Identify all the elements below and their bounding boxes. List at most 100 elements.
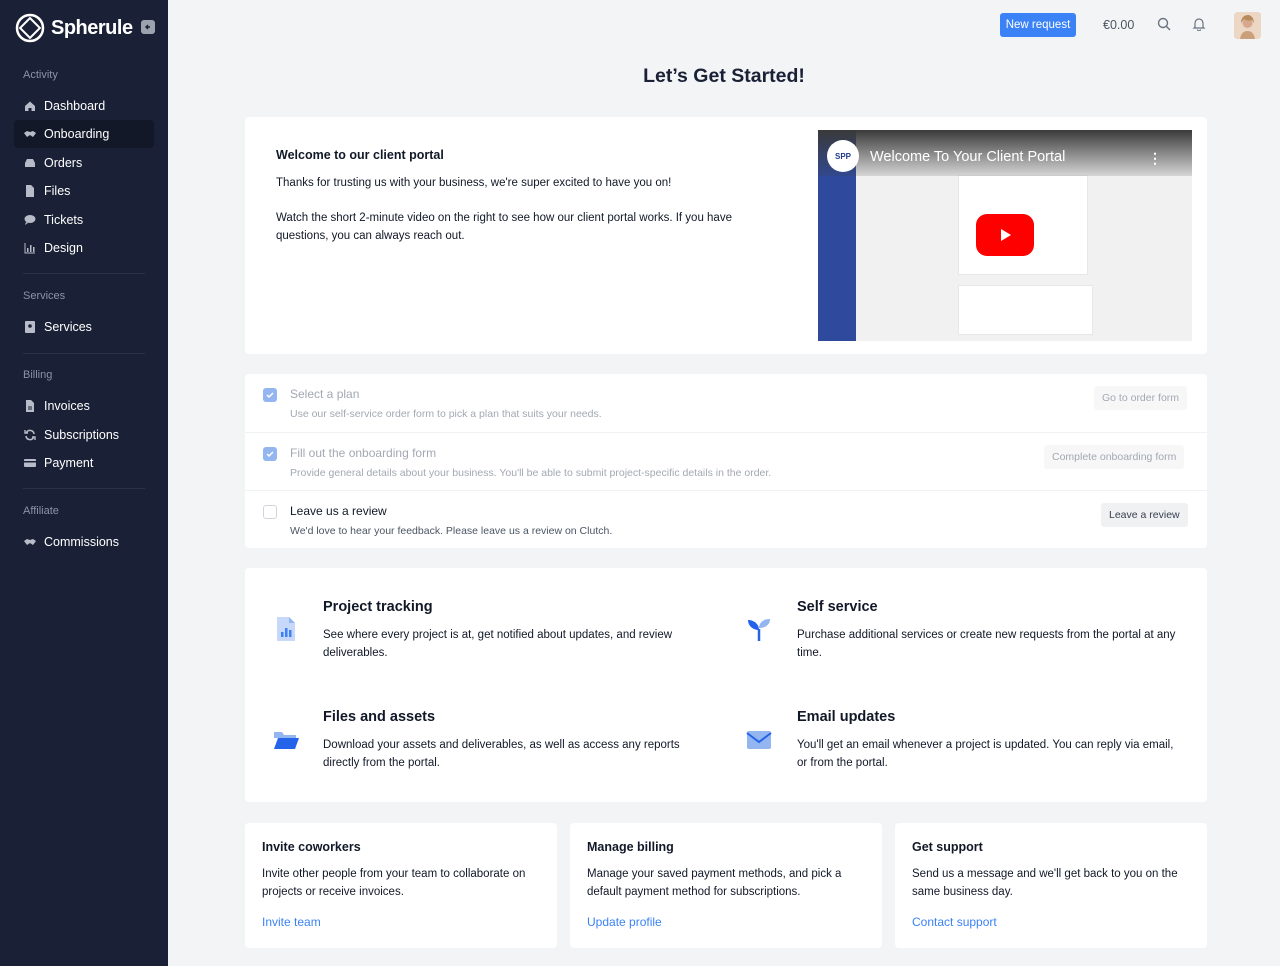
feature-title: Self service — [797, 599, 878, 615]
go-to-order-form-button[interactable]: Go to order form — [1094, 386, 1188, 410]
account-balance[interactable]: €0.00 — [1103, 18, 1134, 32]
sidebar-item-commissions[interactable]: Commissions — [14, 528, 154, 556]
welcome-card: Welcome to our client portal Thanks for … — [245, 117, 1207, 354]
sidebar-item-invoices[interactable]: Invoices — [14, 392, 154, 420]
checklist-title: Leave us a review — [290, 504, 387, 518]
page-title: Let’s Get Started! — [643, 65, 805, 87]
brand[interactable]: Spherule — [15, 12, 133, 44]
checkbox-checked[interactable] — [263, 388, 277, 402]
card-description: Send us a message and we'll get back to … — [912, 868, 1178, 898]
sidebar-item-label: Tickets — [44, 213, 84, 227]
sidebar-divider — [23, 353, 145, 354]
feature-description: See where every project is at, get notif… — [323, 629, 673, 659]
more-options-icon[interactable]: ⋮ — [1148, 150, 1162, 167]
card-description: Invite other people from your team to co… — [262, 868, 526, 898]
chat-bubble-icon — [24, 214, 36, 226]
sidebar-item-label: Commissions — [44, 535, 120, 549]
avatar-image — [1234, 12, 1261, 39]
leave-review-button[interactable]: Leave a review — [1101, 503, 1188, 527]
inbox-icon — [24, 157, 36, 169]
credit-card-icon — [24, 457, 36, 469]
handshake-icon — [24, 128, 36, 140]
check-icon — [266, 451, 274, 458]
intro-video[interactable]: SPP Welcome To Your Client Portal ⋮ — [818, 130, 1192, 341]
sidebar-item-label: Dashboard — [44, 99, 106, 113]
invite-team-link[interactable]: Invite team — [262, 915, 321, 929]
card-title: Get support — [912, 840, 983, 854]
checklist-title: Select a plan — [290, 387, 360, 401]
sidebar-item-label: Invoices — [44, 399, 90, 413]
sidebar-item-files[interactable]: Files — [14, 177, 154, 205]
folder-open-icon — [274, 732, 299, 749]
user-avatar[interactable] — [1234, 12, 1261, 39]
play-icon — [1001, 229, 1011, 241]
sidebar-item-design[interactable]: Design — [14, 234, 154, 262]
sidebar-item-label: Orders — [44, 156, 83, 170]
card-description: Manage your saved payment methods, and p… — [587, 868, 842, 898]
feature-title: Email updates — [797, 709, 896, 725]
sidebar-item-services[interactable]: Services — [14, 313, 154, 341]
sidebar-item-dashboard[interactable]: Dashboard — [14, 92, 154, 120]
section-title-activity: Activity — [23, 69, 58, 81]
sidebar-item-tickets[interactable]: Tickets — [14, 206, 154, 234]
checklist-title: Fill out the onboarding form — [290, 446, 437, 460]
bar-chart-icon — [24, 242, 36, 254]
section-title-affiliate: Affiliate — [23, 505, 59, 517]
envelope-icon — [746, 731, 772, 749]
id-card-icon — [24, 321, 36, 333]
card-title: Manage billing — [587, 840, 674, 854]
sidebar-divider — [23, 273, 145, 274]
chart-document-icon — [277, 617, 295, 641]
sidebar-item-payment[interactable]: Payment — [14, 449, 154, 477]
checklist-item: Leave us a review We'd love to hear your… — [245, 490, 1207, 548]
arrow-left-icon — [145, 24, 150, 30]
play-button[interactable] — [976, 214, 1034, 256]
file-icon — [24, 185, 36, 197]
sidebar-item-label: Subscriptions — [44, 428, 120, 442]
check-icon — [266, 392, 274, 399]
features-card: Project tracking See where every project… — [245, 568, 1207, 802]
section-title-services: Services — [23, 290, 66, 302]
spp-logo: SPP — [827, 140, 859, 172]
spherule-logo-icon — [15, 13, 45, 43]
checklist-description: Provide general details about your busin… — [290, 467, 772, 479]
feature-description: You'll get an email whenever a project i… — [797, 739, 1174, 769]
checkbox-unchecked[interactable] — [263, 505, 277, 519]
sidebar-item-orders[interactable]: Orders — [14, 149, 154, 177]
sidebar-item-label: Design — [44, 241, 83, 255]
sprout-icon — [748, 619, 770, 641]
welcome-text: Watch the short 2-minute video on the ri… — [276, 212, 732, 242]
file-invoice-icon — [24, 400, 36, 412]
sidebar-item-onboarding[interactable]: Onboarding — [14, 120, 154, 148]
feature-description: Download your assets and deliverables, a… — [323, 739, 680, 769]
sidebar: Spherule Activity Dashboard Onboarding O… — [0, 0, 168, 966]
sidebar-item-label: Onboarding — [44, 127, 110, 141]
checklist-item: Fill out the onboarding form Provide gen… — [245, 432, 1207, 490]
complete-onboarding-form-button[interactable]: Complete onboarding form — [1044, 445, 1185, 469]
feature-title: Project tracking — [323, 599, 433, 615]
brand-name: Spherule — [51, 16, 133, 39]
handshake-icon — [24, 536, 36, 548]
checklist-item: Select a plan Use our self-service order… — [245, 374, 1207, 432]
contact-support-link[interactable]: Contact support — [912, 915, 997, 929]
update-profile-link[interactable]: Update profile — [587, 915, 662, 929]
section-title-billing: Billing — [23, 369, 53, 381]
feature-title: Files and assets — [323, 709, 436, 725]
onboarding-checklist: Select a plan Use our self-service order… — [245, 374, 1207, 548]
collapse-sidebar-button[interactable] — [141, 20, 155, 34]
get-support-card: Get support Send us a message and we'll … — [895, 823, 1207, 948]
welcome-text: Thanks for trusting us with your busines… — [276, 177, 672, 189]
sidebar-item-subscriptions[interactable]: Subscriptions — [14, 421, 154, 449]
sidebar-divider — [23, 488, 145, 489]
checkbox-checked[interactable] — [263, 447, 277, 461]
sync-icon — [24, 429, 36, 441]
sidebar-item-label: Services — [44, 320, 92, 334]
invite-coworkers-card: Invite coworkers Invite other people fro… — [245, 823, 557, 948]
feature-description: Purchase additional services or create n… — [797, 629, 1176, 659]
search-icon[interactable] — [1157, 17, 1171, 31]
checklist-description: We'd love to hear your feedback. Please … — [290, 525, 613, 537]
bell-icon[interactable] — [1192, 17, 1206, 31]
new-request-button[interactable]: New request — [1000, 13, 1076, 37]
card-title: Invite coworkers — [262, 840, 361, 854]
manage-billing-card: Manage billing Manage your saved payment… — [570, 823, 882, 948]
